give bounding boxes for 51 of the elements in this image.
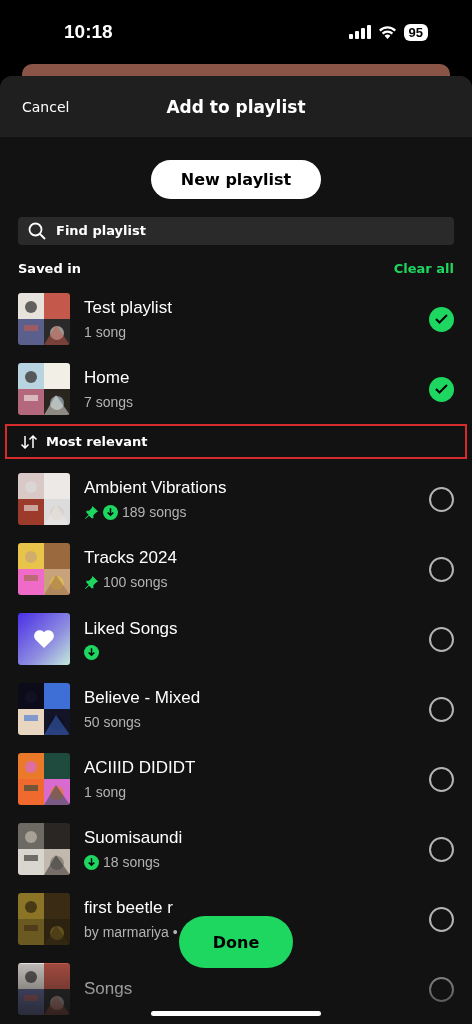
pin-icon xyxy=(84,504,99,520)
playlist-title: Test playlist xyxy=(84,298,173,318)
battery-level: 95 xyxy=(403,23,428,41)
saved-in-label: Saved in xyxy=(18,261,81,276)
playlist-subtitle: 18 songs xyxy=(103,854,160,870)
done-button[interactable]: Done xyxy=(179,916,293,968)
download-icon xyxy=(84,644,99,660)
select-checkbox[interactable] xyxy=(429,836,454,862)
pin-icon xyxy=(84,574,99,590)
search-input[interactable]: Find playlist xyxy=(54,222,444,240)
playlist-title: ACIIID DIDIDT xyxy=(84,758,197,778)
select-checkbox[interactable] xyxy=(429,306,454,332)
playlist-title: first beetle r xyxy=(84,898,174,918)
playlist-title: Tracks 2024 xyxy=(84,548,178,568)
playlist-subtitle: 50 songs xyxy=(84,714,141,730)
playlist-subtitle: 7 songs xyxy=(84,394,134,410)
check-icon xyxy=(435,384,448,394)
playlist-title: Home xyxy=(84,368,131,388)
playlist-subtitle: 1 song xyxy=(84,784,127,800)
search-field[interactable]: Find playlist xyxy=(18,216,454,245)
select-checkbox[interactable] xyxy=(429,906,454,932)
playlist-title: Ambient Vibrations xyxy=(84,478,228,498)
heart-icon xyxy=(33,629,55,649)
download-icon xyxy=(84,854,99,870)
new-playlist-button[interactable]: New playlist xyxy=(151,160,321,199)
select-checkbox[interactable] xyxy=(429,626,454,652)
playlist-title: Liked Songs xyxy=(84,618,179,639)
select-checkbox[interactable] xyxy=(429,376,454,402)
check-icon xyxy=(435,314,448,324)
status-time: 10:18 xyxy=(64,21,113,43)
select-checkbox[interactable] xyxy=(429,976,454,1002)
playlist-subtitle: 1 song xyxy=(84,324,127,340)
playlist-title: Believe - Mixed xyxy=(84,688,202,708)
clear-all-button[interactable]: Clear all xyxy=(393,261,454,276)
signal-icon xyxy=(348,25,371,39)
download-icon xyxy=(103,504,118,520)
wifi-icon xyxy=(377,25,397,39)
select-checkbox[interactable] xyxy=(429,556,454,582)
cancel-button[interactable]: Cancel xyxy=(22,98,70,115)
select-checkbox[interactable] xyxy=(429,486,454,512)
sort-button[interactable]: Most relevant xyxy=(5,424,467,459)
sort-icon xyxy=(20,434,38,449)
playlist-subtitle: 189 songs xyxy=(122,504,187,520)
playlist-title: Songs xyxy=(84,979,134,999)
search-icon xyxy=(28,221,46,240)
select-checkbox[interactable] xyxy=(429,696,454,722)
sheet-title: Add to playlist xyxy=(166,96,306,117)
select-checkbox[interactable] xyxy=(429,766,454,792)
playlist-subtitle: 100 songs xyxy=(103,574,168,590)
playlist-title: Suomisaundi xyxy=(84,828,184,848)
playlist-subtitle: by marmariya • xyxy=(84,924,178,940)
